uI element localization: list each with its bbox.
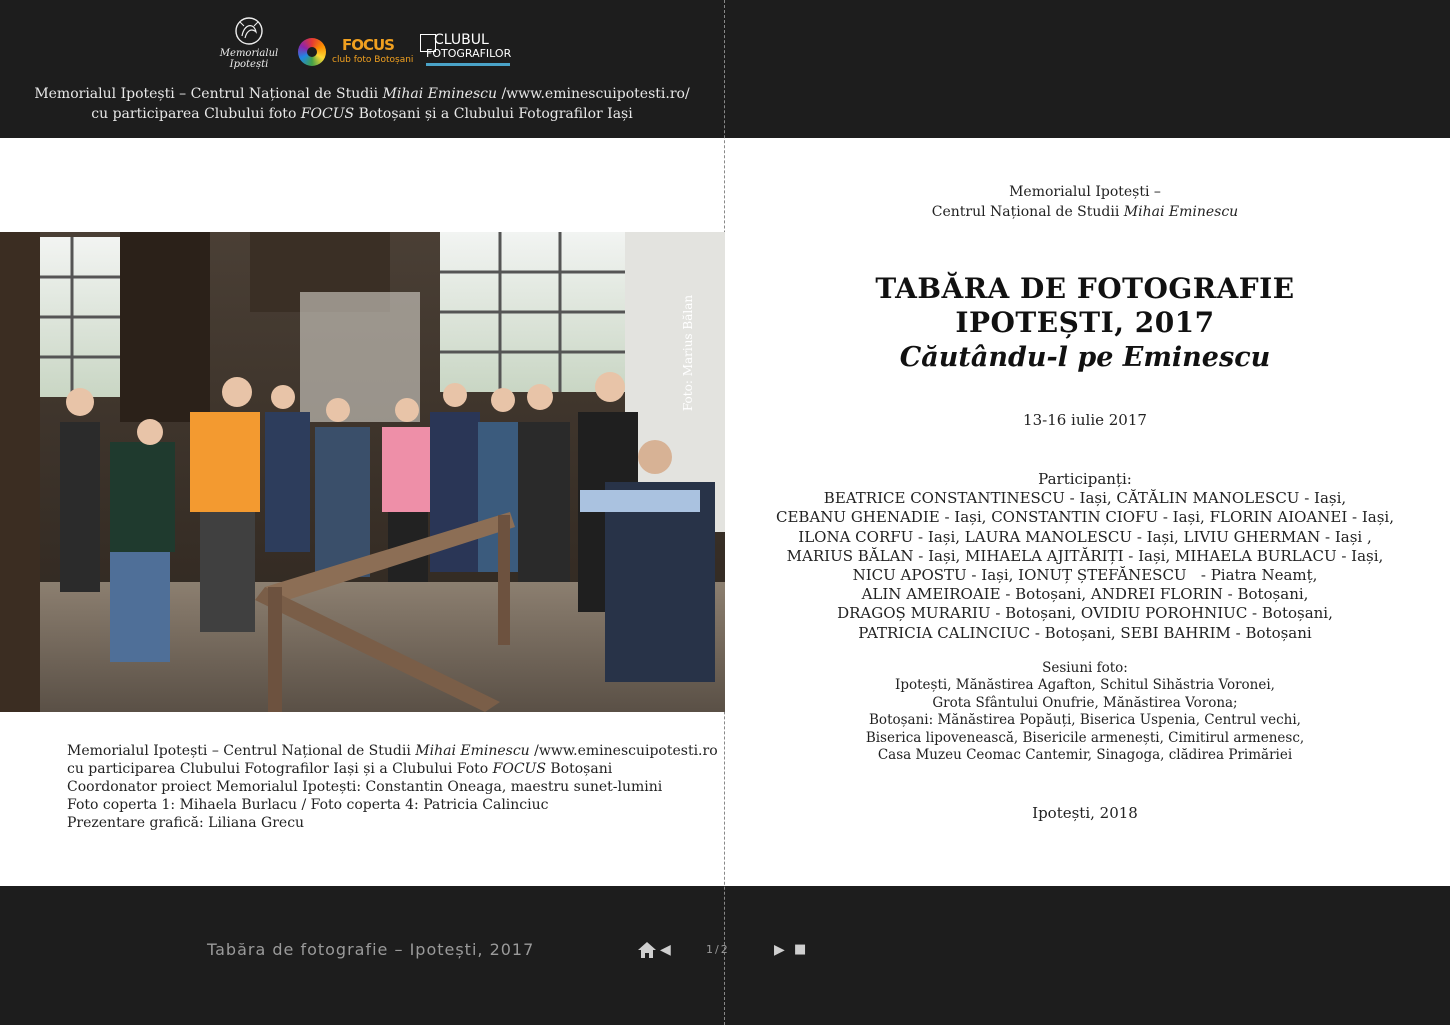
club-fotografilor-logo: CLUBUL FOTOGRAFILOR bbox=[420, 32, 520, 74]
header-line-1: Memorialul Ipotești – Centrul Național d… bbox=[34, 86, 690, 102]
group-photo bbox=[0, 232, 725, 712]
home-icon bbox=[638, 942, 656, 958]
next-page-button[interactable]: ▶ bbox=[774, 938, 790, 962]
credit-line-2: cu participarea Clubului Fotografilor Ia… bbox=[67, 761, 613, 777]
place-year: Ipotești, 2018 bbox=[1032, 804, 1138, 822]
arrow-left-icon: ◀ bbox=[660, 942, 671, 958]
participants-line: NICU APOSTU - Iași, IONUȚ ȘTEFĂNESCU - P… bbox=[852, 566, 1318, 585]
event-dates: 13-16 iulie 2017 bbox=[1023, 411, 1147, 429]
participants-line: BEATRICE CONSTANTINESCU - Iași, CĂTĂLIN … bbox=[823, 489, 1347, 508]
sessions-heading: Sesiuni foto: bbox=[1042, 660, 1128, 676]
institution-line-2: Centrul Național de Studii Mihai Eminesc… bbox=[931, 204, 1239, 220]
page-navigation: ◀ 1/2 ▶ ■ bbox=[636, 938, 816, 962]
participants-heading: Participanți: bbox=[1038, 470, 1132, 488]
memorial-logo: Memorialul Ipotești bbox=[218, 14, 280, 80]
back-cover-credits: Memorialul Ipotești – Centrul Național d… bbox=[67, 742, 718, 832]
credit-line-3: Coordonator proiect Memorialul Ipotești:… bbox=[67, 779, 663, 795]
logo-row: Memorialul Ipotești FOCUS club foto Boto… bbox=[218, 14, 528, 80]
title-line-1: TABĂRA DE FOTOGRAFIE bbox=[875, 272, 1295, 305]
club-logo-line-2: FOTOGRAFILOR bbox=[426, 47, 512, 60]
credit-line-5: Prezentare grafică: Liliana Grecu bbox=[67, 815, 305, 831]
focus-logo-sub: club foto Botoșani bbox=[332, 55, 414, 65]
memorial-emblem-icon bbox=[235, 17, 263, 45]
participants-line: MARIUS BĂLAN - Iași, MIHAELA AJITĂRIȚI -… bbox=[786, 546, 1384, 565]
participants-line: PATRICIA CALINCIUC - Botoșani, SEBI BAHR… bbox=[858, 623, 1312, 642]
back-cover-header: Memorialul Ipotești – Centrul Național d… bbox=[0, 84, 724, 124]
color-wheel-icon bbox=[298, 38, 326, 66]
sessions-line: Botoșani: Mănăstirea Popăuți, Biserica U… bbox=[869, 712, 1301, 729]
footer-title: Tabăra de fotografie – Ipotești, 2017 bbox=[207, 940, 535, 959]
memorial-logo-text-2: Ipotești bbox=[229, 59, 269, 70]
sessions-line: Grota Sfântului Onufrie, Mănăstirea Voro… bbox=[932, 694, 1238, 711]
club-logo-bar bbox=[426, 63, 510, 66]
previous-page-button[interactable]: ◀ bbox=[660, 938, 676, 962]
focus-logo-word: FOCUS bbox=[342, 36, 395, 54]
sessions-line: Ipotești, Mănăstirea Agafton, Schitul Si… bbox=[895, 677, 1275, 694]
home-button[interactable] bbox=[636, 938, 658, 962]
credit-line-1: Memorialul Ipotești – Centrul Național d… bbox=[67, 743, 718, 759]
participants-line: ALIN AMEIROAIE - Botoșani, ANDREI FLORIN… bbox=[861, 585, 1309, 604]
club-logo-line-1: CLUBUL bbox=[434, 32, 489, 48]
photo-credit: Foto: Marius Bălan bbox=[681, 294, 695, 412]
arrow-right-icon: ▶ bbox=[774, 942, 785, 958]
memorial-logo-text-1: Memorialul bbox=[219, 48, 279, 59]
institution-heading: Memorialul Ipotești – Centrul Național d… bbox=[725, 182, 1445, 222]
page-subtitle: Căutându-l pe Eminescu bbox=[899, 342, 1271, 373]
stop-square-icon: ■ bbox=[794, 942, 807, 957]
institution-line-1: Memorialul Ipotești – bbox=[1009, 184, 1161, 200]
participants-line: ILONA CORFU - Iași, LAURA MANOLESCU - Ia… bbox=[798, 527, 1372, 546]
sessions-block: Sesiuni foto: Ipotești, Mănăstirea Agaft… bbox=[725, 660, 1445, 764]
group-photo-illustration bbox=[0, 232, 725, 712]
participants-line: DRAGOȘ MURARIU - Botoșani, OVIDIU POROHN… bbox=[837, 604, 1333, 623]
page-indicator: 1/2 bbox=[706, 943, 730, 956]
header-line-2: cu participarea Clubului foto FOCUS Boto… bbox=[91, 106, 633, 122]
sessions-line: Casa Muzeu Ceomac Cantemir, Sinagoga, cl… bbox=[877, 747, 1293, 764]
sessions-line: Biserica lipovenească, Bisericile armene… bbox=[865, 729, 1305, 746]
title-line-2: IPOTEȘTI, 2017 bbox=[955, 306, 1215, 339]
participants-line: CEBANU GHENADIE - Iași, CONSTANTIN CIOFU… bbox=[776, 508, 1394, 527]
page-title: TABĂRA DE FOTOGRAFIE IPOTEȘTI, 2017 bbox=[725, 272, 1445, 340]
last-page-button[interactable]: ■ bbox=[794, 938, 808, 962]
participants-block: Participanți: BEATRICE CONSTANTINESCU - … bbox=[725, 470, 1445, 643]
credit-line-4: Foto coperta 1: Mihaela Burlacu / Foto c… bbox=[67, 797, 549, 813]
focus-logo: FOCUS club foto Botoșani bbox=[298, 36, 413, 72]
